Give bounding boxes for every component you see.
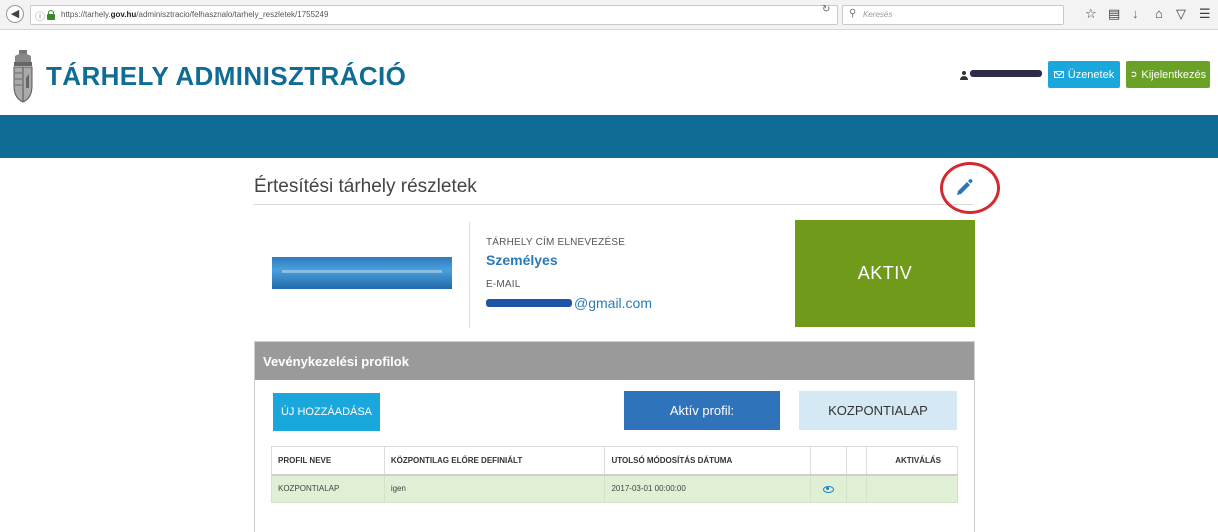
download-icon[interactable]: ↓ xyxy=(1132,6,1139,22)
menu-icon[interactable]: ☰ xyxy=(1199,6,1211,22)
activate-cell[interactable] xyxy=(866,474,958,503)
name-label: TÁRHELY CÍM ELNEVEZÉSE xyxy=(486,237,626,248)
site-title[interactable]: TÁRHELY ADMINISZTRÁCIÓ xyxy=(46,61,406,92)
divider xyxy=(469,222,470,328)
predefined-cell: igen xyxy=(383,474,606,503)
page-title: Értesítési tárhely részletek xyxy=(254,176,477,197)
browser-search-input[interactable]: ⚲ Keresés xyxy=(842,5,1064,25)
email-value: @gmail.com xyxy=(574,295,653,311)
sign-out-icon: ➲ xyxy=(1129,69,1138,79)
bookmark-star-icon[interactable]: ☆ xyxy=(1085,6,1097,22)
url-text: https://tarhely.gov.hu/adminisztracio/fe… xyxy=(61,10,329,19)
modified-date-cell: 2017-03-01 00:00:00 xyxy=(604,474,812,503)
divider xyxy=(254,204,974,205)
column-header xyxy=(846,446,868,476)
email-label: E-MAIL xyxy=(486,279,521,290)
logout-button[interactable]: ➲ Kijelentkezés xyxy=(1126,61,1210,88)
table-header-row: PROFIL NEVE KÖZPONTILAG ELŐRE DEFINIÁLT … xyxy=(271,446,958,476)
coat-of-arms-icon xyxy=(13,50,33,103)
column-header[interactable]: PROFIL NEVE xyxy=(271,446,385,476)
info-icon[interactable]: ⓘ xyxy=(35,8,45,23)
back-arrow-icon[interactable]: ◀ xyxy=(6,5,24,23)
table-row[interactable]: KOZPONTIALAP igen 2017-03-01 00:00:00 xyxy=(271,474,958,503)
browser-toolbar: ◀ ⓘ https://tarhely.gov.hu/adminisztraci… xyxy=(0,0,1218,30)
column-header[interactable]: UTOLSÓ MÓDOSÍTÁS DÁTUMA xyxy=(604,446,812,476)
user-icon xyxy=(960,71,968,80)
reload-icon[interactable]: ↻ xyxy=(822,4,830,15)
redacted-image xyxy=(272,257,452,289)
profile-name-cell: KOZPONTIALAP xyxy=(271,474,385,503)
column-header xyxy=(810,446,848,476)
panel-title: Vevénykezelési profilok xyxy=(255,342,974,380)
pocket-icon[interactable]: ▽ xyxy=(1176,6,1186,22)
messages-button[interactable]: Üzenetek xyxy=(1048,61,1120,88)
active-profile-value: KOZPONTIALAP xyxy=(799,391,957,430)
status-badge: AKTIV xyxy=(795,220,975,327)
email-redacted xyxy=(486,299,572,307)
nav-band xyxy=(0,115,1218,158)
lock-icon xyxy=(47,10,55,20)
reading-list-icon[interactable]: ▤ xyxy=(1108,6,1120,22)
column-header[interactable]: KÖZPONTILAG ELŐRE DEFINIÁLT xyxy=(383,446,606,476)
name-value: Személyes xyxy=(486,252,558,268)
search-icon: ⚲ xyxy=(849,8,857,19)
profiles-panel: Vevénykezelési profilok ÚJ HOZZÁADÁSA Ak… xyxy=(254,341,975,532)
envelope-icon xyxy=(1053,71,1064,78)
eye-icon[interactable] xyxy=(823,485,835,493)
column-header[interactable]: AKTIVÁLÁS xyxy=(866,446,958,476)
view-cell[interactable] xyxy=(810,474,848,503)
user-name-redacted xyxy=(970,70,1042,77)
highlight-circle xyxy=(940,162,1000,214)
empty-cell xyxy=(846,474,868,503)
home-icon[interactable]: ⌂ xyxy=(1155,6,1163,22)
add-profile-button[interactable]: ÚJ HOZZÁADÁSA xyxy=(273,393,380,431)
active-profile-label: Aktív profil: xyxy=(624,391,780,430)
url-bar[interactable]: ⓘ https://tarhely.gov.hu/adminisztracio/… xyxy=(30,5,838,25)
profiles-table: PROFIL NEVE KÖZPONTILAG ELŐRE DEFINIÁLT … xyxy=(271,446,958,503)
